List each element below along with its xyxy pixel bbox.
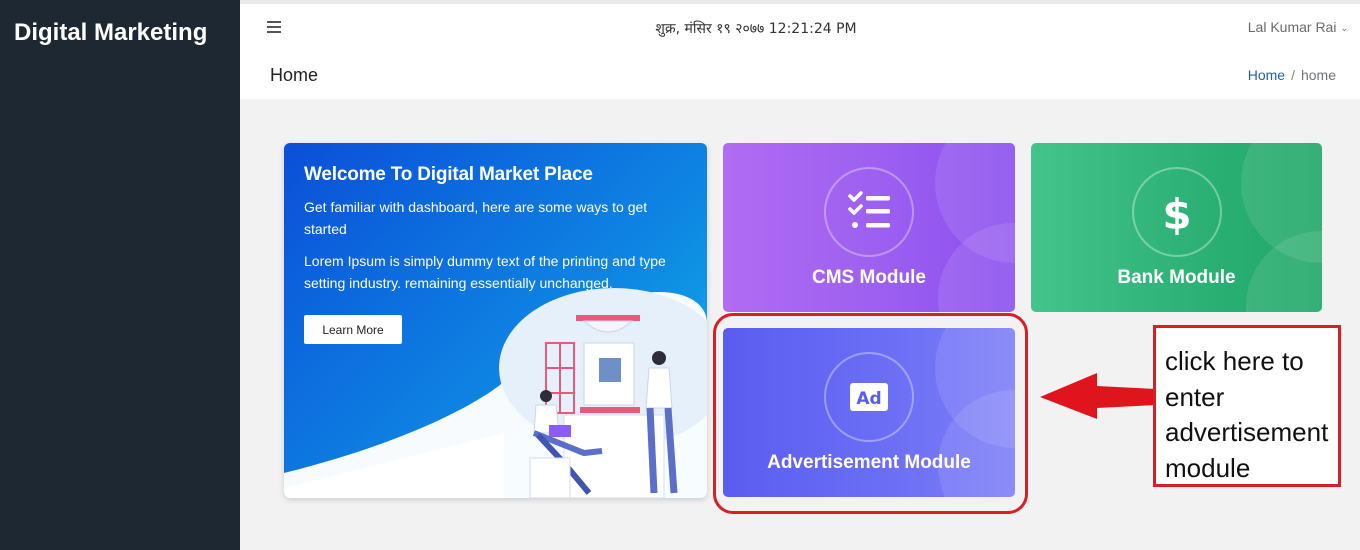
welcome-description: Lorem Ipsum is simply dummy text of the …: [304, 253, 666, 291]
current-datetime: शुक्र, मंसिर १९ २०७७ 12:21:24 PM: [655, 21, 857, 37]
page-header: Home Home / home: [240, 54, 1360, 99]
annotation-arrow-icon: [1040, 373, 1156, 419]
cms-module-label: CMS Module: [812, 267, 926, 288]
user-name: Lal Kumar Rai: [1247, 19, 1337, 35]
sidebar: Digital Marketing: [0, 0, 240, 550]
breadcrumb-separator: /: [1291, 67, 1295, 83]
page-title: Home: [270, 65, 319, 85]
welcome-card: Welcome To Digital Market Place Get fami…: [284, 143, 707, 498]
ad-icon: Ad: [824, 352, 914, 442]
svg-text:$: $: [1162, 190, 1191, 239]
annotation-callout: click here to enter advertisement module: [1153, 325, 1341, 487]
chevron-down-icon: ⌄: [1340, 23, 1348, 33]
brand-title[interactable]: Digital Marketing: [14, 19, 207, 47]
advertisement-module-card[interactable]: Ad Advertisement Module: [723, 328, 1015, 497]
advertisement-module-label: Advertisement Module: [767, 452, 971, 473]
bank-module-label: Bank Module: [1117, 267, 1236, 288]
user-menu[interactable]: Lal Kumar Rai ⌄: [1248, 19, 1348, 35]
welcome-subtitle: Get familiar with dashboard, here are so…: [304, 199, 648, 237]
ad-icon-text: Ad: [856, 389, 881, 409]
topbar: शुक्र, मंसिर १९ २०७७ 12:21:24 PM Lal Kum…: [240, 0, 1360, 54]
breadcrumb-current: home: [1300, 67, 1336, 83]
breadcrumb: Home / home: [1248, 67, 1336, 83]
bank-module-card[interactable]: $ Bank Module: [1031, 143, 1322, 312]
dollar-icon: $: [1131, 167, 1222, 257]
checklist-icon: [824, 167, 914, 257]
learn-more-button[interactable]: Learn More: [304, 315, 402, 344]
cms-module-card[interactable]: CMS Module: [723, 143, 1015, 312]
breadcrumb-home-link[interactable]: Home: [1248, 67, 1285, 83]
welcome-title: Welcome To Digital Market Place: [304, 164, 593, 185]
